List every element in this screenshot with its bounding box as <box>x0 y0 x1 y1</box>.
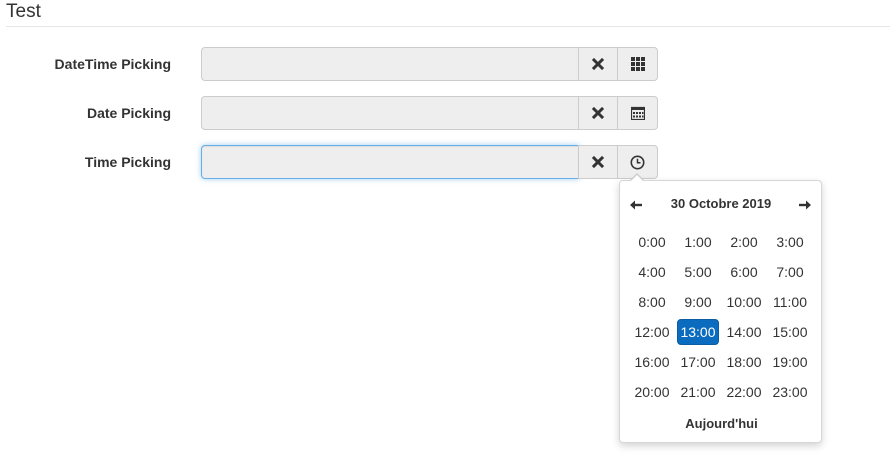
datetime-clear-button[interactable] <box>578 47 618 81</box>
hour-cell[interactable]: 11:00 <box>769 289 811 315</box>
hour-cell[interactable]: 20:00 <box>631 379 673 405</box>
close-icon <box>592 58 604 70</box>
next-button[interactable] <box>795 196 815 214</box>
hour-cell[interactable]: 21:00 <box>677 379 719 405</box>
datetime-label: DateTime Picking <box>54 56 171 72</box>
hour-cell[interactable]: 5:00 <box>677 259 719 285</box>
page-title: Test <box>6 1 41 22</box>
time-row: Time Picking <box>0 145 700 179</box>
datetime-picker-button[interactable] <box>617 47 658 81</box>
picker-title[interactable]: 30 Octobre 2019 <box>652 196 790 211</box>
datetime-input[interactable] <box>201 47 579 81</box>
date-input[interactable] <box>201 96 579 130</box>
close-icon <box>592 156 604 168</box>
hour-cell[interactable]: 1:00 <box>677 229 719 255</box>
hour-cell[interactable]: 19:00 <box>769 349 811 375</box>
today-button[interactable]: Aujourd'hui <box>620 416 823 431</box>
hour-cell[interactable]: 0:00 <box>631 229 673 255</box>
date-label: Date Picking <box>86 105 171 121</box>
date-picker-button[interactable] <box>617 96 658 130</box>
hour-cell[interactable]: 15:00 <box>769 319 811 345</box>
hour-cell[interactable]: 3:00 <box>769 229 811 255</box>
hour-cell[interactable]: 4:00 <box>631 259 673 285</box>
clock-icon <box>630 155 645 169</box>
hour-cell[interactable]: 23:00 <box>769 379 811 405</box>
hour-cell[interactable]: 12:00 <box>631 319 673 345</box>
hour-cell[interactable]: 9:00 <box>677 289 719 315</box>
hour-cell-selected[interactable]: 13:00 <box>677 319 719 345</box>
arrow-left-icon <box>630 200 642 210</box>
time-label: Time Picking <box>84 154 171 170</box>
hour-cell[interactable]: 17:00 <box>677 349 719 375</box>
previous-button[interactable] <box>626 196 646 214</box>
date-row: Date Picking <box>0 96 700 130</box>
hour-cell[interactable]: 22:00 <box>723 379 765 405</box>
time-input[interactable] <box>201 145 579 179</box>
close-icon <box>592 107 604 119</box>
picker-header: 30 Octobre 2019 <box>620 193 823 215</box>
hour-cell[interactable]: 8:00 <box>631 289 673 315</box>
calendar-icon <box>630 106 645 120</box>
title-divider <box>6 26 890 27</box>
hour-cell[interactable]: 7:00 <box>769 259 811 285</box>
time-picker-popup: 30 Octobre 2019 0:00 1:00 2:00 3:00 4:00 5:00… <box>619 173 823 443</box>
arrow-right-icon <box>799 200 811 210</box>
date-clear-button[interactable] <box>578 96 618 130</box>
hour-cell[interactable]: 14:00 <box>723 319 765 345</box>
hour-cell[interactable]: 10:00 <box>723 289 765 315</box>
hour-grid: 0:00 1:00 2:00 3:00 4:00 5:00 6:00 7:00 8:00 9:00… <box>629 227 817 407</box>
datetime-row: DateTime Picking <box>0 47 700 81</box>
time-clear-button[interactable] <box>578 145 618 179</box>
hour-cell[interactable]: 18:00 <box>723 349 765 375</box>
hour-cell[interactable]: 2:00 <box>723 229 765 255</box>
hour-cell[interactable]: 16:00 <box>631 349 673 375</box>
grid-icon <box>630 57 645 71</box>
hour-cell[interactable]: 6:00 <box>723 259 765 285</box>
